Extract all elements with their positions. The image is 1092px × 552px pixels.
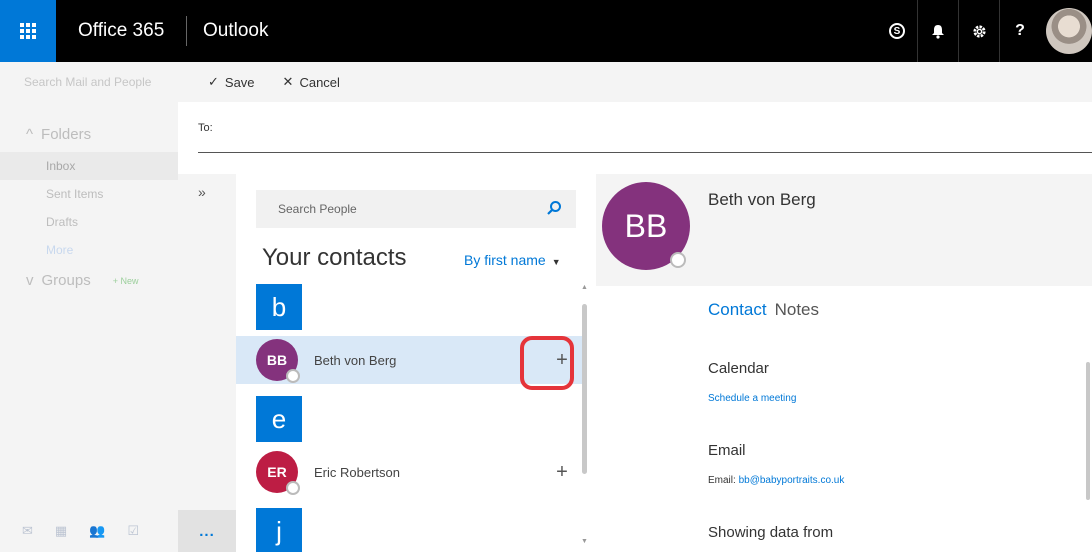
avatar: ER bbox=[256, 451, 300, 495]
people-pane-rail: » ... bbox=[178, 174, 236, 552]
search-people-input[interactable]: Search People bbox=[256, 190, 576, 228]
save-button[interactable]: ✓ Save bbox=[208, 74, 255, 90]
module-switcher: ✉ ▦ 👥 ☑ bbox=[0, 510, 178, 552]
settings-button[interactable] bbox=[959, 0, 999, 62]
avatar-initials: BB bbox=[624, 207, 668, 244]
contacts-title: Your contacts bbox=[262, 244, 407, 271]
chevron-down-icon: v bbox=[26, 272, 34, 289]
groups-label: Groups bbox=[41, 272, 91, 289]
folder-drafts[interactable]: Drafts bbox=[0, 208, 178, 236]
groups-header[interactable]: v Groups + New bbox=[0, 264, 178, 298]
new-group-button[interactable]: + New bbox=[113, 264, 139, 298]
detail-tabs: Contact Notes bbox=[708, 300, 819, 320]
detail-scroll-thumb[interactable] bbox=[1086, 362, 1090, 500]
folders-header[interactable]: ^ Folders bbox=[0, 118, 178, 152]
divider bbox=[186, 16, 187, 46]
help-button[interactable]: ? bbox=[1000, 0, 1040, 62]
presence-icon bbox=[670, 252, 686, 268]
scroll-thumb[interactable] bbox=[582, 304, 587, 474]
contact-name: Beth von Berg bbox=[314, 352, 397, 368]
to-field[interactable]: To: bbox=[178, 102, 1092, 174]
skype-icon: S bbox=[889, 23, 905, 39]
waffle-icon bbox=[20, 23, 36, 39]
letter-header-j: j bbox=[256, 508, 302, 552]
contact-row-eric[interactable]: ER Eric Robertson + bbox=[236, 448, 582, 496]
new-group-label: New bbox=[120, 276, 139, 286]
expand-icon[interactable]: » bbox=[198, 184, 206, 200]
people-panel: Search People Your contacts By first nam… bbox=[236, 174, 596, 552]
folders-more-link[interactable]: More bbox=[0, 236, 178, 264]
cancel-button[interactable]: ✕ Cancel bbox=[283, 74, 340, 90]
presence-icon bbox=[286, 369, 300, 383]
scroll-down-icon[interactable]: ▼ bbox=[581, 538, 588, 545]
avatar: BB bbox=[256, 339, 300, 383]
contact-full-name: Beth von Berg bbox=[708, 190, 816, 209]
contact-detail: BB Beth von Berg Contact Notes Calendar S… bbox=[596, 174, 1092, 552]
highlight-annotation bbox=[520, 336, 574, 390]
presence-icon bbox=[286, 481, 300, 495]
search-mail-input[interactable]: Search Mail and People bbox=[0, 62, 178, 102]
skype-button[interactable]: S bbox=[877, 0, 917, 62]
user-avatar[interactable] bbox=[1046, 8, 1092, 54]
avatar-initials: ER bbox=[267, 464, 287, 480]
left-nav: Search Mail and People ^ Folders Inbox S… bbox=[0, 62, 178, 552]
compose-toolbar: ✓ Save ✕ Cancel bbox=[178, 62, 1092, 102]
sort-label: By first name bbox=[464, 252, 546, 268]
contact-name: Eric Robertson bbox=[314, 464, 400, 480]
letter-header-b: b bbox=[256, 284, 302, 330]
email-row: Email: bb@babyportraits.co.uk bbox=[708, 475, 844, 486]
more-options-button[interactable]: ... bbox=[178, 510, 236, 552]
email-link[interactable]: bb@babyportraits.co.uk bbox=[739, 475, 845, 486]
scroll-up-icon[interactable]: ▲ bbox=[581, 284, 588, 291]
notifications-button[interactable] bbox=[918, 0, 958, 62]
people-icon[interactable]: 👥 bbox=[89, 523, 105, 539]
schedule-meeting-link[interactable]: Schedule a meeting bbox=[708, 393, 796, 404]
tasks-icon[interactable]: ☑ bbox=[127, 523, 139, 539]
app-name: Outlook bbox=[203, 20, 269, 41]
contact-avatar: BB bbox=[602, 182, 690, 270]
letter-header-e: e bbox=[256, 396, 302, 442]
save-label: Save bbox=[224, 74, 255, 90]
folder-sent-items[interactable]: Sent Items bbox=[0, 180, 178, 208]
email-label: Email: bbox=[708, 475, 736, 486]
tab-notes[interactable]: Notes bbox=[775, 300, 819, 319]
cancel-label: Cancel bbox=[299, 74, 340, 90]
close-icon: ✕ bbox=[282, 74, 294, 89]
checkmark-icon: ✓ bbox=[208, 74, 219, 89]
email-heading: Email bbox=[708, 442, 746, 459]
help-icon: ? bbox=[1015, 22, 1025, 39]
contact-header: BB Beth von Berg bbox=[596, 174, 1092, 286]
add-recipient-button[interactable]: + bbox=[542, 461, 582, 484]
chevron-up-icon: ^ bbox=[26, 126, 34, 143]
caret-down-icon: ▼ bbox=[551, 257, 561, 267]
sort-dropdown[interactable]: By first name ▼ bbox=[464, 252, 561, 268]
search-icon[interactable] bbox=[546, 200, 562, 216]
calendar-icon[interactable]: ▦ bbox=[55, 523, 67, 539]
calendar-heading: Calendar bbox=[708, 360, 769, 377]
top-bar: Office 365 Outlook S ? bbox=[0, 0, 1092, 62]
to-label: To: bbox=[198, 122, 213, 134]
source-heading: Showing data from bbox=[708, 524, 834, 541]
app-launcher-button[interactable] bbox=[0, 0, 56, 62]
gear-icon bbox=[972, 24, 986, 38]
divider bbox=[198, 152, 1092, 153]
tab-contact[interactable]: Contact bbox=[708, 300, 767, 319]
people-scrollbar[interactable]: ▲ ▼ bbox=[581, 284, 588, 545]
search-people-placeholder: Search People bbox=[278, 202, 357, 216]
mail-icon[interactable]: ✉ bbox=[22, 523, 33, 539]
avatar-initials: BB bbox=[266, 352, 288, 368]
folders-label: Folders bbox=[41, 126, 92, 143]
folder-inbox[interactable]: Inbox bbox=[0, 152, 178, 180]
office-365-brand[interactable]: Office 365 bbox=[56, 20, 186, 42]
bell-icon bbox=[932, 24, 944, 39]
